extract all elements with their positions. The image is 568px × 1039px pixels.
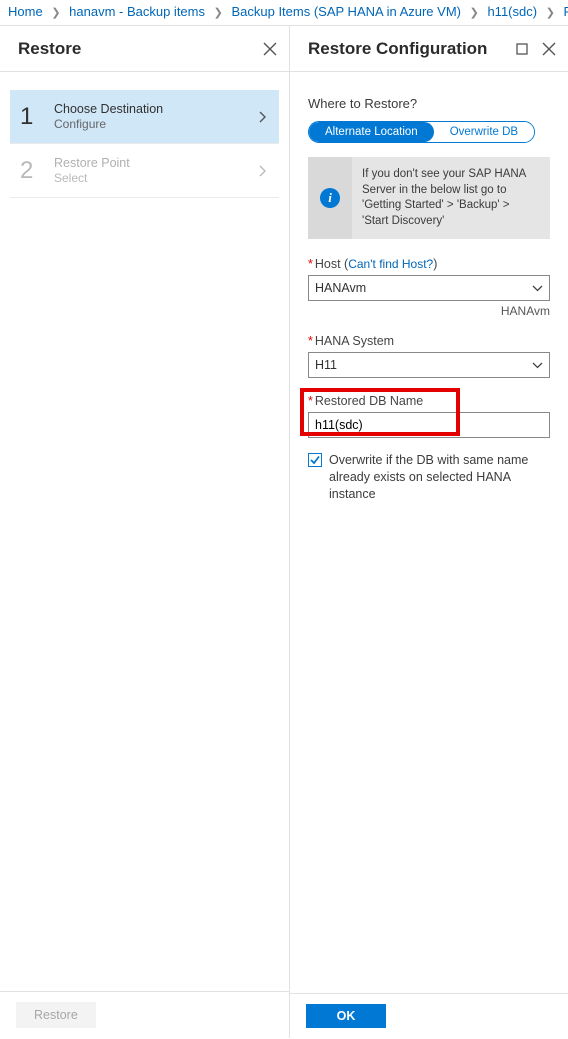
hana-system-label: *HANA System bbox=[308, 334, 550, 348]
chevron-right-icon bbox=[259, 165, 267, 177]
hana-system-select[interactable]: H11 bbox=[308, 352, 550, 378]
step-subtitle: Configure bbox=[54, 117, 259, 131]
step-number: 2 bbox=[20, 157, 48, 185]
info-icon: i bbox=[320, 188, 340, 208]
step-choose-destination[interactable]: 1 Choose Destination Configure bbox=[10, 90, 279, 144]
chevron-right-icon: ❯ bbox=[214, 7, 223, 19]
host-select[interactable]: HANAvm bbox=[308, 275, 550, 301]
restore-panel: Restore 1 Choose Destination Configure 2 bbox=[0, 26, 290, 1038]
chevron-right-icon: ❯ bbox=[470, 7, 479, 19]
chevron-right-icon: ❯ bbox=[546, 7, 555, 19]
restore-button: Restore bbox=[16, 1002, 96, 1028]
maximize-icon[interactable] bbox=[516, 42, 528, 56]
info-banner: i If you don't see your SAP HANA Server … bbox=[308, 157, 550, 239]
host-helper: HANAvm bbox=[308, 304, 550, 318]
breadcrumb: Home ❯ hanavm - Backup items ❯ Backup It… bbox=[0, 0, 568, 25]
step-title: Restore Point bbox=[54, 156, 259, 170]
restore-title: Restore bbox=[18, 39, 81, 59]
restored-db-name-input[interactable] bbox=[308, 412, 550, 438]
alternate-location-option[interactable]: Alternate Location bbox=[309, 122, 434, 142]
breadcrumb-backup-items[interactable]: Backup Items (SAP HANA in Azure VM) bbox=[231, 4, 461, 19]
restored-db-name-label: *Restored DB Name bbox=[308, 394, 550, 408]
overwrite-db-option[interactable]: Overwrite DB bbox=[434, 122, 534, 142]
breadcrumb-h11sdc[interactable]: h11(sdc) bbox=[487, 4, 537, 19]
chevron-right-icon bbox=[259, 111, 267, 123]
chevron-right-icon: ❯ bbox=[51, 7, 60, 19]
restore-configuration-panel: Restore Configuration Where to Restore? … bbox=[290, 26, 568, 1038]
where-to-restore-heading: Where to Restore? bbox=[308, 96, 550, 111]
cant-find-host-link[interactable]: Can't find Host? bbox=[348, 257, 433, 271]
close-icon[interactable] bbox=[542, 42, 556, 56]
step-number: 1 bbox=[20, 103, 48, 131]
overwrite-checkbox-label: Overwrite if the DB with same name alrea… bbox=[329, 452, 550, 503]
chevron-down-icon bbox=[532, 285, 543, 292]
restore-location-toggle: Alternate Location Overwrite DB bbox=[308, 121, 535, 143]
chevron-down-icon bbox=[532, 362, 543, 369]
close-icon[interactable] bbox=[263, 42, 277, 56]
breadcrumb-home[interactable]: Home bbox=[8, 4, 43, 19]
ok-button[interactable]: OK bbox=[306, 1004, 386, 1028]
restore-config-title: Restore Configuration bbox=[308, 39, 487, 59]
breadcrumb-hanavm[interactable]: hanavm - Backup items bbox=[69, 4, 205, 19]
step-restore-point[interactable]: 2 Restore Point Select bbox=[10, 144, 279, 198]
step-title: Choose Destination bbox=[54, 102, 259, 116]
info-text: If you don't see your SAP HANA Server in… bbox=[352, 157, 550, 239]
host-label: *Host (Can't find Host?) bbox=[308, 257, 550, 271]
breadcrumb-restore[interactable]: Restore bbox=[564, 4, 568, 19]
overwrite-checkbox[interactable] bbox=[308, 453, 322, 467]
step-subtitle: Select bbox=[54, 171, 259, 185]
